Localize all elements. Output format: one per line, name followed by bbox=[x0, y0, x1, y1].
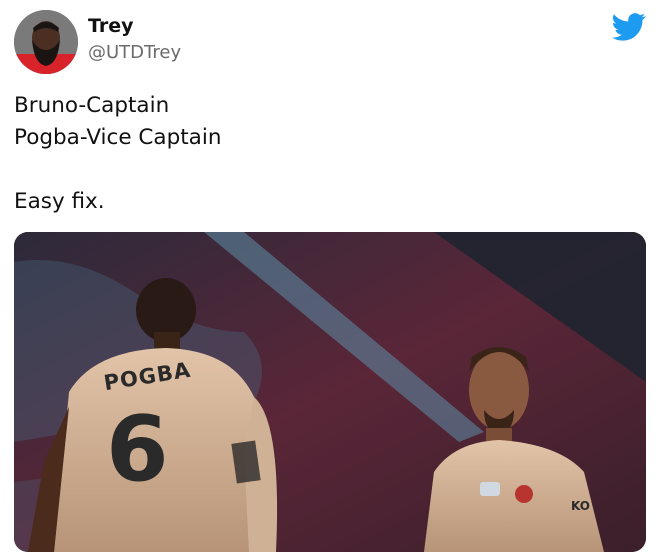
sponsor-text: KO bbox=[571, 499, 590, 513]
tweet-text-line: Bruno-Captain bbox=[14, 93, 170, 118]
tweet-text: Bruno-Captain Pogba-Vice Captain Easy fi… bbox=[14, 90, 634, 218]
tweet-card: Trey @UTDTrey Bruno-Captain Pogba-Vice C… bbox=[0, 0, 660, 552]
avatar[interactable] bbox=[14, 10, 78, 74]
jersey-number: 6 bbox=[106, 397, 169, 502]
author-display-name[interactable]: Trey bbox=[88, 15, 134, 37]
tweet-text-line: Pogba-Vice Captain bbox=[14, 125, 222, 150]
twitter-bird-icon[interactable] bbox=[612, 12, 646, 42]
author-handle[interactable]: @UTDTrey bbox=[88, 42, 181, 63]
tweet-text-line: Easy fix. bbox=[14, 189, 105, 214]
tweet-media-photo[interactable]: POGBA 6 KO bbox=[14, 232, 646, 552]
